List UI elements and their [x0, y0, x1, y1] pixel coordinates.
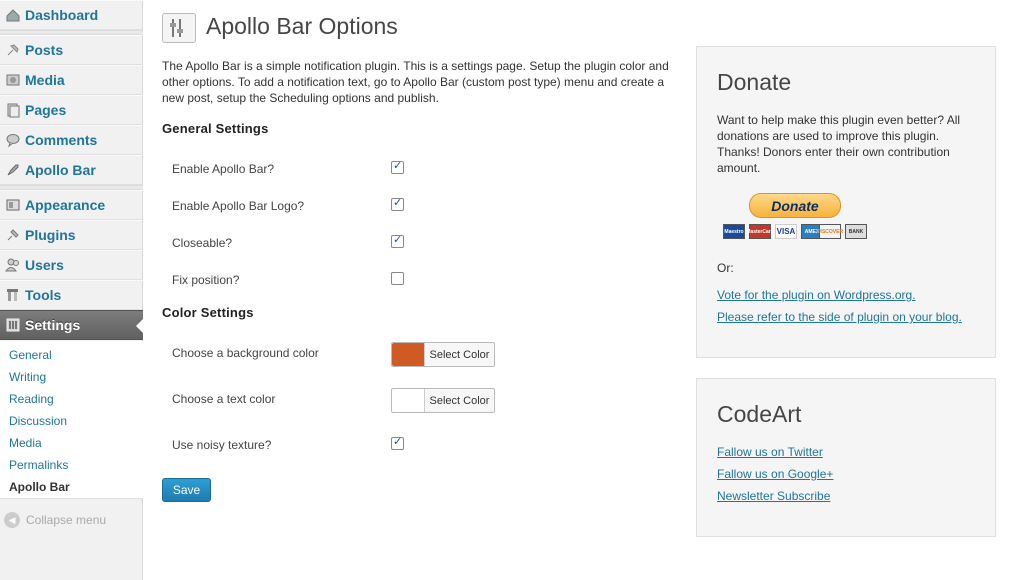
newsletter-link[interactable]: Newsletter Subscribe: [717, 489, 830, 503]
sidebar-item-label: Dashboard: [25, 7, 99, 23]
settings-page-icon: [162, 13, 196, 43]
sidebar-item-label: Plugins: [25, 227, 76, 243]
sidebar-item-label: Settings: [25, 317, 81, 333]
select-color-label: Select Color: [429, 394, 490, 407]
users-icon: [4, 257, 22, 273]
collapse-menu-button[interactable]: ◀ Collapse menu: [4, 512, 106, 528]
sidebar-item-label: Pages: [25, 102, 67, 118]
general-settings-heading: General Settings: [162, 121, 269, 136]
bg-color-label: Choose a background color: [172, 346, 319, 360]
sidebar-item-label: Media: [25, 72, 65, 88]
select-color-label: Select Color: [429, 348, 490, 361]
settings-icon: [4, 317, 22, 333]
collapse-arrow-icon: ◀: [4, 512, 20, 528]
sidebar-item-label: Apollo Bar: [25, 162, 96, 178]
fix-position-checkbox[interactable]: [391, 272, 404, 285]
sidebar-item-users[interactable]: Users: [0, 250, 143, 280]
donate-box-title: Donate: [717, 69, 792, 95]
plug-icon: [4, 227, 22, 243]
codeart-box-title: CodeArt: [717, 401, 802, 427]
google-plus-link[interactable]: Fallow us on Google+: [717, 467, 833, 481]
submenu-item-apollo-bar[interactable]: Apollo Bar: [9, 480, 70, 494]
closeable-label: Closeable?: [172, 236, 233, 250]
text-color-swatch: [392, 389, 425, 412]
sidebar-item-label: Tools: [25, 287, 62, 303]
sidebar-item-comments[interactable]: Comments: [0, 125, 143, 155]
page-description: The Apollo Bar is a simple notification …: [162, 59, 669, 105]
bank-card-icon: BANK: [845, 224, 867, 239]
maestro-card-icon: Maestro: [723, 224, 745, 239]
submenu-item-reading[interactable]: Reading: [9, 392, 54, 406]
noisy-texture-label: Use noisy texture?: [172, 438, 272, 452]
save-button[interactable]: Save: [162, 478, 211, 502]
submenu-item-writing[interactable]: Writing: [9, 370, 46, 384]
media-icon: [4, 72, 22, 88]
rocket-icon: [4, 162, 22, 178]
donate-box: Donate Want to help make this plugin eve…: [696, 46, 996, 358]
enable-logo-label: Enable Apollo Bar Logo?: [172, 199, 305, 213]
vote-plugin-link[interactable]: Vote for the plugin on Wordpress.org.: [717, 288, 916, 302]
visa-card-icon: VISA: [775, 224, 797, 239]
mastercard-icon: MasterCard: [746, 224, 774, 239]
text-color-label: Choose a text color: [172, 392, 276, 406]
refer-plugin-link[interactable]: Please refer to the side of plugin on yo…: [717, 310, 962, 324]
discover-card-icon: DISCOVER: [817, 224, 843, 239]
donate-button[interactable]: Donate: [749, 193, 841, 218]
sidebar-item-label: Posts: [25, 42, 64, 58]
bg-color-swatch: [392, 343, 425, 366]
sidebar-item-pages[interactable]: Pages: [0, 95, 143, 125]
color-settings-heading: Color Settings: [162, 305, 254, 320]
submenu-item-discussion[interactable]: Discussion: [9, 414, 67, 428]
sidebar-item-appearance[interactable]: Appearance: [0, 190, 143, 220]
submenu-item-permalinks[interactable]: Permalinks: [9, 458, 68, 472]
settings-submenu: General Writing Reading Discussion Media…: [0, 341, 143, 499]
collapse-menu-label: Collapse menu: [26, 513, 107, 527]
twitter-link[interactable]: Fallow us on Twitter: [717, 445, 823, 459]
submenu-item-media[interactable]: Media: [9, 436, 42, 450]
text-color-picker-button[interactable]: Select Color: [391, 388, 495, 413]
comment-icon: [4, 132, 22, 148]
sidebar-item-label: Comments: [25, 132, 98, 148]
sidebar-item-settings[interactable]: Settings: [0, 310, 144, 340]
noisy-texture-checkbox[interactable]: [391, 435, 404, 450]
enable-logo-checkbox[interactable]: [391, 196, 404, 211]
pages-icon: [4, 102, 22, 118]
tools-icon: [4, 287, 22, 303]
sidebar-item-plugins[interactable]: Plugins: [0, 220, 143, 250]
sidebar-item-dashboard[interactable]: Dashboard: [0, 0, 143, 30]
enable-bar-label: Enable Apollo Bar?: [172, 162, 275, 176]
fix-position-label: Fix position?: [172, 273, 240, 287]
donate-box-text: Want to help make this plugin even bette…: [717, 113, 961, 175]
enable-bar-checkbox[interactable]: [391, 159, 404, 174]
bg-color-picker-button[interactable]: Select Color: [391, 342, 495, 367]
sidebar-item-label: Users: [25, 257, 64, 273]
or-label: Or:: [717, 261, 734, 275]
admin-sidebar: Dashboard Posts Media Pages Comments Apo…: [0, 0, 144, 580]
dashboard-icon: [4, 7, 22, 23]
sidebar-item-media[interactable]: Media: [0, 65, 143, 95]
codeart-box: CodeArt Fallow us on Twitter Fallow us o…: [696, 378, 996, 537]
appearance-icon: [4, 197, 22, 213]
sidebar-item-label: Appearance: [25, 197, 106, 213]
sidebar-item-posts[interactable]: Posts: [0, 35, 143, 65]
closeable-checkbox[interactable]: [391, 233, 404, 248]
pin-icon: [4, 42, 22, 58]
sidebar-item-tools[interactable]: Tools: [0, 280, 143, 310]
submenu-item-general[interactable]: General: [9, 348, 52, 362]
page-title: Apollo Bar Options: [206, 13, 398, 39]
sidebar-item-apollo-bar[interactable]: Apollo Bar: [0, 155, 143, 185]
